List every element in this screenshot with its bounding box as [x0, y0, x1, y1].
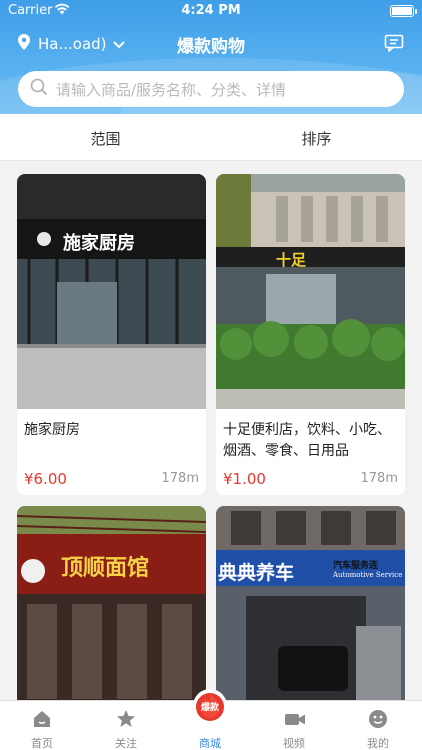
tab-video[interactable]: 视频: [252, 701, 336, 750]
search-input[interactable]: 请输入商品/服务名称、分类、详情: [18, 71, 404, 107]
tab-label: 商城: [199, 737, 221, 750]
status-bar: Carrier 4:24 PM: [0, 0, 422, 22]
message-icon[interactable]: [384, 34, 404, 56]
search-icon: [30, 78, 48, 100]
search-placeholder: 请输入商品/服务名称、分类、详情: [56, 80, 287, 99]
product-image: 典典养车 汽车服务连 Automotive Service: [216, 506, 405, 706]
product-name: 施家厨房: [24, 422, 80, 438]
tab-profile[interactable]: 我的: [336, 701, 420, 750]
shop-sign: 典典养车: [218, 562, 295, 584]
video-camera-icon: [284, 709, 305, 729]
clock: 4:24 PM: [181, 3, 241, 18]
tab-bar: 首页 关注 爆款 商城 视频 我的: [0, 689, 422, 750]
product-distance: 178m: [360, 471, 398, 486]
product-name: 十足便利店，饮料、小吃、烟酒、零食、日用品: [223, 422, 391, 459]
shop-sign: 施家厨房: [63, 233, 135, 254]
shop-sign-en: Automotive Service: [333, 571, 403, 579]
range-filter[interactable]: 范围: [0, 128, 211, 149]
product-card[interactable]: 顶顺面馆: [17, 506, 206, 706]
tab-home[interactable]: 首页: [0, 701, 84, 750]
product-image: 顶顺面馆: [17, 506, 206, 706]
page-title: 爆款购物: [177, 37, 245, 57]
header-bar: Carrier 4:24 PM Ha...oad) 爆款购物 请输入商品/服务名…: [0, 0, 422, 114]
tab-label: 关注: [115, 737, 137, 750]
tab-mall[interactable]: 爆款 商城: [168, 689, 252, 750]
battery-icon: [390, 5, 414, 17]
battery-tip: [415, 9, 417, 14]
shop-sign: 顶顺面馆: [61, 555, 150, 581]
shop-sign-sub: 汽车服务连: [333, 561, 379, 571]
product-card[interactable]: 典典养车 汽车服务连 Automotive Service: [216, 506, 405, 706]
profile-face-icon: [368, 709, 388, 729]
product-image: 十足: [216, 174, 405, 409]
tab-follow[interactable]: 关注: [84, 701, 168, 750]
product-image: 施家厨房: [17, 174, 206, 409]
product-distance: 178m: [161, 471, 199, 486]
product-price: ¥1.00: [223, 470, 266, 488]
home-icon: [32, 709, 52, 729]
tab-label: 首页: [31, 737, 53, 750]
hot-deals-icon: 爆款: [193, 689, 227, 723]
filter-bar: 范围 排序: [0, 114, 422, 161]
tab-label: 我的: [367, 737, 389, 750]
nav-bar: Ha...oad) 爆款购物: [0, 28, 422, 60]
product-card[interactable]: 施家厨房 施家厨房 ¥6.00 178m: [17, 174, 206, 495]
hot-deals-badge-label: 爆款: [200, 703, 219, 713]
product-price: ¥6.00: [24, 470, 67, 488]
tab-label: 视频: [283, 737, 305, 750]
star-icon: [116, 709, 136, 729]
shop-sign: 十足: [276, 251, 307, 269]
sort-filter[interactable]: 排序: [211, 128, 422, 149]
product-card[interactable]: 十足 十足便利店，饮料、小吃、烟酒、零食、日用品 ¥1.00 178m: [216, 174, 405, 495]
